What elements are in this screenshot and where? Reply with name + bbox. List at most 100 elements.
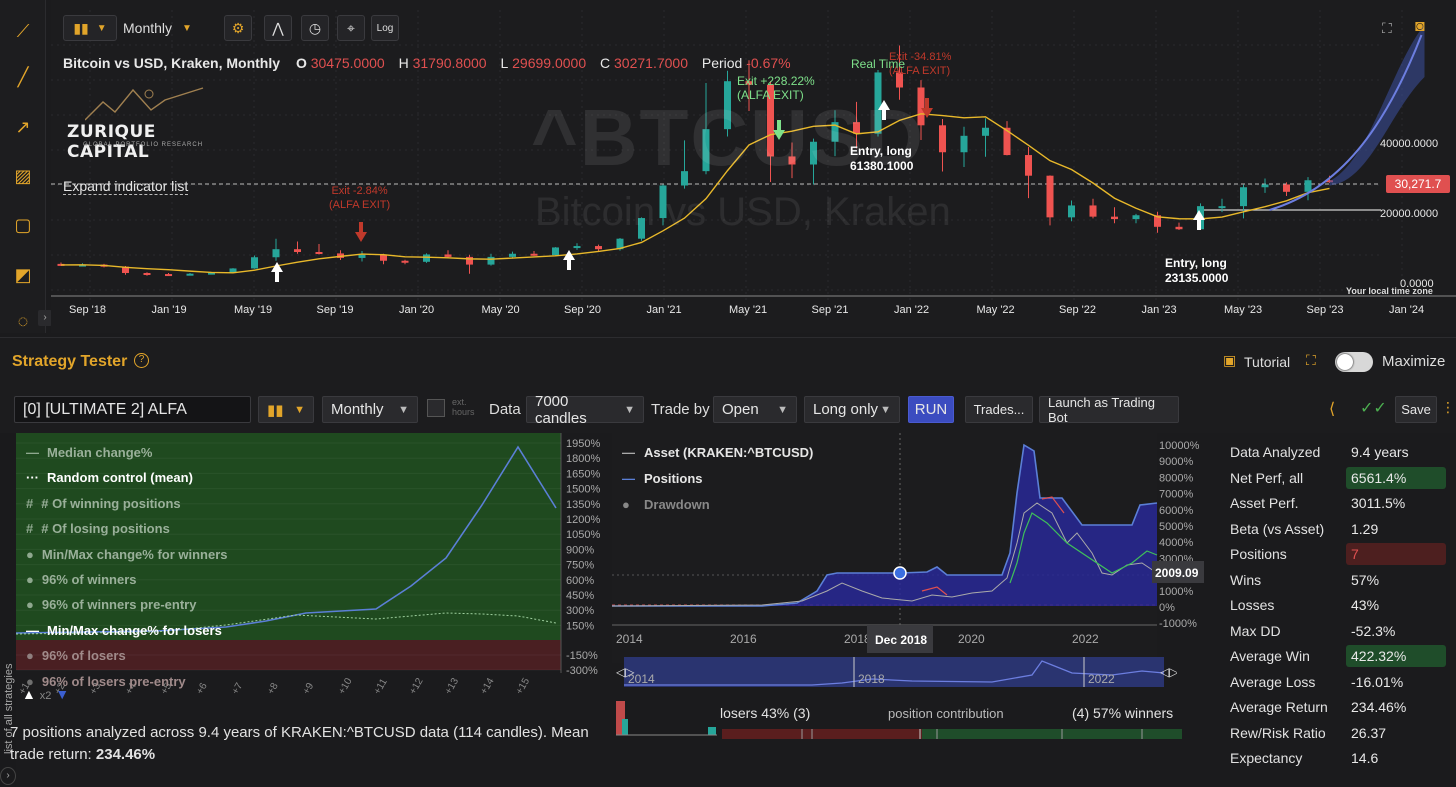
stat-label: Asset Perf. xyxy=(1230,495,1299,511)
stat-label: Losses xyxy=(1230,597,1275,613)
dist-legend-item[interactable]: ● 96% of losers xyxy=(26,648,126,663)
expand-icon[interactable]: ⛶ xyxy=(1306,352,1316,369)
eq-y-label: 7000% xyxy=(1159,489,1193,501)
candle-body xyxy=(1175,226,1183,230)
share-icon[interactable]: ⟨ xyxy=(1329,399,1335,419)
chart-type-button[interactable]: ▮▮ ▼ xyxy=(63,15,117,41)
dist-legend-item[interactable]: ● 96% of winners pre-entry xyxy=(26,597,196,612)
dist-legend-item[interactable]: ● Min/Max change% for winners xyxy=(26,547,228,562)
dist-legend-item[interactable]: # # Of winning positions xyxy=(26,496,181,511)
tutorial-link[interactable]: Tutorial xyxy=(1244,354,1290,370)
data-select[interactable]: 7000 candles ▼ xyxy=(526,393,644,427)
equity-canvas[interactable]: 10000%9000%8000%7000%6000%5000%4000%3000… xyxy=(611,433,1212,663)
time-axis-label: May '19 xyxy=(234,304,273,316)
log-scale-button[interactable]: Log xyxy=(371,15,399,41)
trade-by-select[interactable]: Open ▼ xyxy=(713,396,797,423)
data-value: 7000 candles xyxy=(535,392,587,427)
candle-body xyxy=(1240,187,1247,207)
trendline-icon[interactable]: ⟋ xyxy=(10,18,36,44)
maximize-toggle[interactable] xyxy=(1335,352,1373,372)
open-label: O xyxy=(295,55,307,71)
dist-legend-item[interactable]: ··· Random control (mean) xyxy=(26,470,193,485)
dist-y-label: 900% xyxy=(566,544,594,556)
double-check-icon[interactable]: ✓✓ xyxy=(1360,398,1387,418)
save-button[interactable]: Save xyxy=(1395,396,1437,423)
more-options-icon[interactable]: ⋮ xyxy=(1441,399,1455,416)
dist-x-label: +14 xyxy=(479,676,497,697)
run-button[interactable]: RUN xyxy=(908,396,954,423)
dist-legend-item[interactable]: # # Of losing positions xyxy=(26,521,170,536)
period-value: -0.67% xyxy=(746,55,791,71)
ray-icon[interactable]: ╱ xyxy=(10,64,36,90)
eq-legend-marker-icon: — xyxy=(622,445,635,460)
eq-y-label: 8000% xyxy=(1159,472,1193,484)
time-axis-label: Sep '18 xyxy=(69,304,106,316)
trades-button[interactable]: Trades... xyxy=(965,396,1033,423)
pattern-icon[interactable]: ◩ xyxy=(10,262,36,288)
direction-select[interactable]: Long only ▼ xyxy=(804,396,900,423)
expand-toolbar-icon[interactable]: › xyxy=(38,310,52,326)
dist-legend-label: 96% of losers xyxy=(41,648,126,664)
interval-select[interactable]: Monthly ▼ xyxy=(123,15,213,41)
dist-y-label: 1500% xyxy=(566,484,600,496)
sidebar-expand-icon[interactable]: › xyxy=(0,767,16,785)
toggle-knob xyxy=(1337,354,1353,370)
launch-bot-button[interactable]: Launch as Trading Bot xyxy=(1039,395,1179,425)
expand-indicator-list[interactable]: Expand indicator list xyxy=(63,178,189,195)
dist-legend-label: # Of winning positions xyxy=(41,495,181,511)
exit1-label: Exit -2.84% xyxy=(331,185,388,197)
navigator-canvas[interactable]: ◁▷ ◁▷2014 2018 2022 xyxy=(612,655,1179,690)
help-icon[interactable]: ? xyxy=(134,353,149,368)
candle-body xyxy=(294,249,301,252)
distribution-chart[interactable]: 1950% 1800% 1650% 1500% 1350% 1200% 1050% 900% 7… xyxy=(15,433,616,723)
rectangle-icon[interactable]: ▢ xyxy=(10,212,36,238)
indicators-icon[interactable]: ⋀ xyxy=(264,15,292,41)
dist-y-label: 1200% xyxy=(566,514,600,526)
dist-legend-label: 96% of winners pre-entry xyxy=(41,597,197,613)
stat-row: Average Loss -16.01% xyxy=(1220,669,1456,694)
fib-icon[interactable]: ↗ xyxy=(10,114,36,140)
candle-body xyxy=(401,260,409,263)
candle-body xyxy=(1111,216,1118,220)
dist-x-label: +15 xyxy=(514,676,532,697)
legend-marker-icon: — xyxy=(26,445,39,460)
stat-label: Net Perf, all xyxy=(1230,469,1304,486)
dist-legend-item[interactable]: ● 96% of winners xyxy=(26,572,137,587)
candle-body xyxy=(444,254,452,257)
ext-hours-checkbox[interactable] xyxy=(427,399,445,417)
dist-x-label: +11 xyxy=(372,677,390,697)
candle-body xyxy=(1218,206,1226,209)
candle-type-select[interactable]: ▮▮ ▼ xyxy=(258,396,314,423)
candle-body xyxy=(272,249,280,258)
dist-legend-label: 96% of winners xyxy=(41,572,137,587)
scroll-controls[interactable]: ▲ x2 ▼ xyxy=(22,686,69,702)
price-chart[interactable]: ▮▮ ▼ Monthly ▼ ⚙ ⋀ ◷ ⌖ Log Bitcoin vs USD,… xyxy=(51,0,1456,333)
distribution-legend: — Median change% ··· Random control (mean) #… xyxy=(16,433,556,689)
maximize-label: Maximize xyxy=(1382,353,1446,370)
crosshair-icon[interactable]: ⌖ xyxy=(337,15,365,41)
dist-legend-item[interactable]: — Min/Max change% for losers xyxy=(26,623,222,638)
dist-legend-item[interactable]: — Median change% xyxy=(26,445,152,460)
close-label: C xyxy=(600,55,611,71)
dist-legend-label: Median change% xyxy=(47,445,153,460)
circle-icon[interactable]: ◌ xyxy=(10,308,36,334)
stat-row: Losses 43% xyxy=(1220,592,1456,617)
candle-body xyxy=(1261,184,1269,188)
clock-icon[interactable]: ◷ xyxy=(301,15,329,41)
dist-y-label: 1800% xyxy=(566,453,600,465)
price-axis-label: 20000.0000 xyxy=(1380,208,1439,220)
equity-chart[interactable]: 10000% 9000% 8000% 7000% 6000% 5000% 4000% 3000… xyxy=(611,433,1212,663)
dist-y-label: -150% xyxy=(566,650,598,662)
strategy-name-field[interactable]: [0] [ULTIMATE 2] ALFA xyxy=(14,396,251,423)
settings-gear-icon[interactable]: ⚙ xyxy=(224,15,252,41)
eq-x-label: 2022 xyxy=(1072,632,1099,646)
fullscreen-icon[interactable]: ⛶ xyxy=(1382,20,1392,37)
tester-interval-select[interactable]: Monthly ▼ xyxy=(322,396,418,423)
candle-body xyxy=(552,247,559,256)
dist-x-label: +6 xyxy=(195,681,210,697)
range-navigator[interactable]: ◁▷ ◁▷ 2014 2018 2022 xyxy=(612,655,1179,690)
eq-y-label: 10000% xyxy=(1159,440,1200,452)
low-label: L xyxy=(500,55,509,71)
camera-icon[interactable]: ◙ xyxy=(1415,18,1425,36)
channel-icon[interactable]: ▨ xyxy=(10,163,36,189)
